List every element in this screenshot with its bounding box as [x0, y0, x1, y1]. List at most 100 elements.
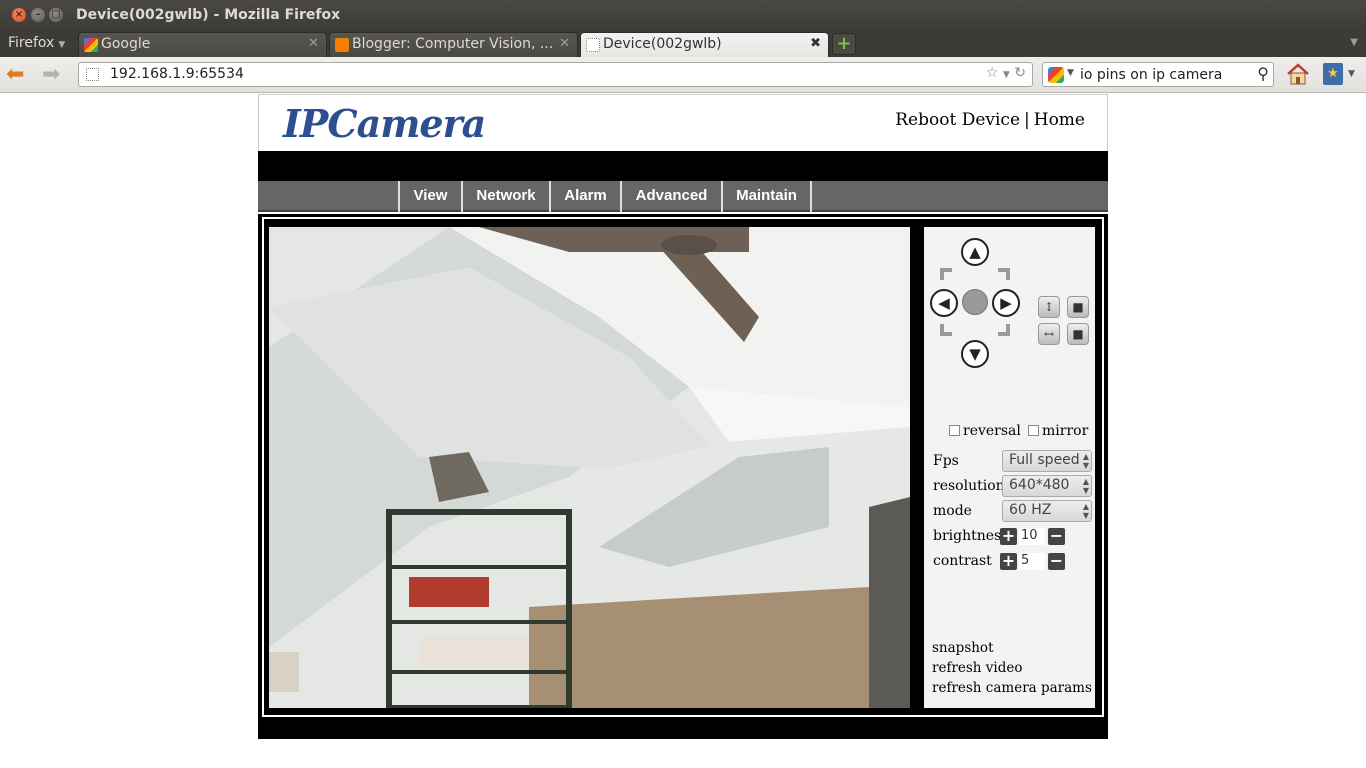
home-icon[interactable] [1286, 62, 1310, 86]
vertical-patrol-button[interactable]: ↕ [1038, 296, 1060, 318]
url-text: 192.168.1.9:65534 [110, 66, 244, 82]
tab-list-chevron-icon[interactable]: ▼ [1350, 37, 1358, 48]
chevron-down-icon[interactable]: ▼ [1067, 68, 1074, 78]
tab-close-icon[interactable]: ✕ [308, 36, 319, 51]
pan-down-right-icon[interactable] [998, 324, 1010, 336]
pan-right-button[interactable]: ▶ [992, 289, 1020, 317]
reversal-label: reversal [963, 423, 1021, 439]
contrast-decrease-button[interactable]: − [1048, 553, 1065, 570]
pan-down-left-icon[interactable] [940, 324, 952, 336]
site-identity-icon[interactable] [86, 68, 99, 81]
tab-blogger[interactable]: Blogger: Computer Vision, ... ✕ [329, 32, 578, 57]
horizontal-patrol-button[interactable]: ↔ [1038, 323, 1060, 345]
main-menu: View Network Alarm Advanced Maintain [258, 181, 1108, 212]
pan-up-button[interactable]: ▲ [961, 238, 989, 266]
contrast-increase-button[interactable]: + [1000, 553, 1017, 570]
fps-label: Fps [933, 453, 959, 469]
minus-icon: − [1049, 551, 1064, 570]
resolution-select[interactable]: 640*480 ▲ ▼ [1002, 475, 1092, 497]
maximize-icon: □ [51, 9, 61, 20]
firefox-menu-button[interactable]: Firefox ▼ [8, 35, 65, 51]
window-close-button[interactable]: × [12, 8, 26, 22]
window-minimize-button[interactable]: – [31, 8, 45, 22]
spinner-icon: ▲ ▼ [1082, 452, 1089, 470]
blogger-favicon-icon [335, 38, 349, 52]
chevron-down-icon[interactable]: ▼ [1348, 69, 1355, 79]
minimize-icon: – [35, 9, 41, 20]
window-title: Device(002gwlb) - Mozilla Firefox [76, 7, 341, 23]
tab-label: Blogger: Computer Vision, ... [352, 36, 554, 52]
plus-icon: + [836, 33, 852, 54]
page-favicon-icon [586, 38, 600, 52]
resolution-value: 640*480 [1009, 477, 1070, 493]
close-icon: × [14, 9, 24, 20]
spinner-icon: ▲ ▼ [1082, 477, 1089, 495]
pan-left-button[interactable]: ◀ [930, 289, 958, 317]
camera-frame: ▲ ◀ ▶ ▼ ↕ ■ ↔ ■ reversal mirror Fps Full… [258, 214, 1108, 719]
firefox-menu-label: Firefox [8, 35, 55, 51]
google-favicon-icon [84, 38, 98, 52]
chevron-down-icon: ▼ [969, 345, 981, 363]
top-links: Reboot Device | Home [895, 110, 1085, 130]
pan-up-right-icon[interactable] [998, 268, 1010, 280]
vertical-arrows-icon: ↕ [1043, 300, 1055, 314]
window-maximize-button[interactable]: □ [49, 8, 63, 22]
tab-close-icon[interactable]: ✕ [559, 36, 570, 51]
brightness-increase-button[interactable]: + [1000, 528, 1017, 545]
menu-advanced[interactable]: Advanced [620, 181, 721, 212]
forward-arrow-icon: ➡ [42, 62, 61, 87]
refresh-video-link[interactable]: refresh video [932, 660, 1023, 676]
menu-maintain[interactable]: Maintain [721, 181, 812, 212]
forward-button[interactable]: ➡ [42, 62, 60, 87]
stop-horizontal-button[interactable]: ■ [1067, 323, 1089, 345]
header-black-bar [258, 151, 1108, 181]
tab-label: Device(002gwlb) [603, 36, 722, 52]
search-bar[interactable]: ▼ io pins on ip camera ⚲ [1042, 62, 1274, 87]
chevron-right-icon: ▶ [1000, 294, 1012, 312]
mirror-checkbox[interactable]: mirror [1028, 423, 1088, 439]
refresh-camera-params-link[interactable]: refresh camera params [932, 680, 1092, 696]
contrast-label: contrast [933, 553, 992, 569]
horizontal-arrows-icon: ↔ [1043, 327, 1055, 341]
bookmark-star-icon[interactable]: ☆ [986, 65, 999, 81]
page-header: IPCamera Reboot Device | Home [258, 94, 1108, 151]
mirror-label: mirror [1042, 423, 1089, 439]
spinner-icon: ▲ ▼ [1082, 502, 1089, 520]
menu-alarm[interactable]: Alarm [549, 181, 620, 212]
window-titlebar: × – □ Device(002gwlb) - Mozilla Firefox [0, 0, 1366, 31]
menu-network[interactable]: Network [461, 181, 549, 212]
stop-vertical-button[interactable]: ■ [1067, 296, 1089, 318]
fps-select[interactable]: Full speed ▲ ▼ [1002, 450, 1092, 472]
new-tab-button[interactable]: + [832, 33, 856, 55]
ipcamera-logo: IPCamera [283, 101, 486, 146]
search-icon[interactable]: ⚲ [1257, 64, 1269, 83]
tab-close-icon[interactable]: ✖ [810, 36, 821, 51]
chevron-left-icon: ◀ [938, 294, 950, 312]
tab-device[interactable]: Device(002gwlb) ✖ [580, 32, 829, 57]
dropdown-icon[interactable]: ▼ [1003, 70, 1010, 80]
tab-label: Google [101, 36, 151, 52]
reversal-checkbox[interactable]: reversal [949, 423, 1021, 439]
back-button[interactable]: ⬅ [6, 62, 24, 87]
url-bar[interactable]: 192.168.1.9:65534 ☆ ▼ ↻ [78, 62, 1033, 87]
menu-view[interactable]: View [398, 181, 461, 212]
video-feed[interactable] [269, 227, 910, 708]
pan-up-left-icon[interactable] [940, 268, 952, 280]
brightness-decrease-button[interactable]: − [1048, 528, 1065, 545]
home-link[interactable]: Home [1034, 110, 1085, 130]
tab-google[interactable]: Google ✕ [78, 32, 327, 57]
footer-black-bar [258, 719, 1108, 739]
reload-icon[interactable]: ↻ [1014, 65, 1026, 81]
checkbox-box[interactable] [1028, 425, 1039, 436]
checkbox-box[interactable] [949, 425, 960, 436]
reboot-device-link[interactable]: Reboot Device [895, 110, 1020, 130]
google-search-engine-icon[interactable] [1048, 67, 1064, 83]
snapshot-link[interactable]: snapshot [932, 640, 994, 656]
mode-select[interactable]: 60 HZ ▲ ▼ [1002, 500, 1092, 522]
search-input[interactable]: io pins on ip camera [1080, 67, 1222, 83]
bookmarks-button[interactable]: ★ [1323, 63, 1343, 85]
navigation-bar: ⬅ ➡ 192.168.1.9:65534 ☆ ▼ ↻ ▼ io pins on… [0, 57, 1366, 93]
pan-center-button[interactable] [962, 289, 988, 315]
pan-down-button[interactable]: ▼ [961, 340, 989, 368]
tab-bar: Firefox ▼ Google ✕ Blogger: Computer Visi… [0, 31, 1366, 57]
